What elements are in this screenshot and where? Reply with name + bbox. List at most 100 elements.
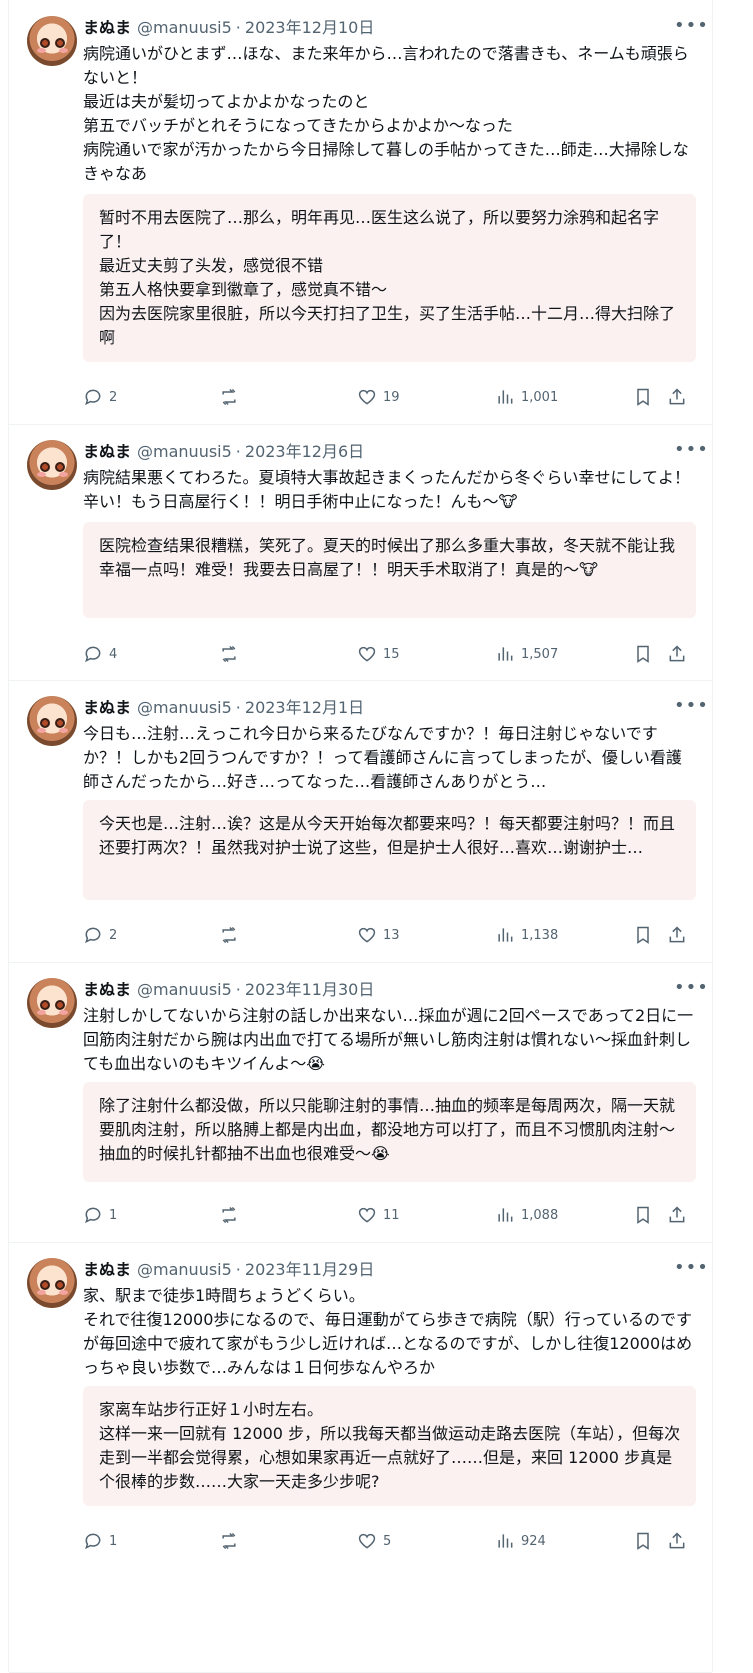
reply-button[interactable]: 4: [83, 642, 117, 666]
like-button[interactable]: 15: [357, 642, 400, 666]
tweet[interactable]: まぬま @manuusi5 · 2023年11月29日 ••• 家、駅まで徒歩1時間ち…: [9, 1242, 712, 1673]
retweet-button[interactable]: [219, 385, 245, 409]
tweet[interactable]: まぬま @manuusi5 · 2023年12月6日 ••• 病院結果悪くてわろた。夏…: [9, 424, 712, 681]
views-button[interactable]: 1,507: [495, 642, 558, 666]
avatar[interactable]: [27, 440, 77, 490]
tweet-text: 病院結果悪くてわろた。夏頃特大事故起きまくったんだから冬ぐらい幸せにしてよ！辛い…: [83, 468, 691, 511]
reply-button[interactable]: 2: [83, 923, 117, 947]
handle[interactable]: @manuusi5: [137, 698, 232, 717]
tweet-header: まぬま @manuusi5 · 2023年11月29日: [83, 1260, 375, 1279]
reply-button[interactable]: 1: [83, 1203, 117, 1227]
translation-box: 暂时不用去医院了…那么，明年再见…医生这么说了，所以要努力涂鸦和起名字了！ 最近…: [83, 194, 696, 362]
heart-icon: [358, 927, 376, 943]
reply-icon: [85, 1533, 101, 1550]
views-button[interactable]: 1,088: [495, 1203, 558, 1227]
heart-icon: [358, 389, 376, 405]
bookmark-button[interactable]: [633, 385, 653, 409]
view-count: 924: [521, 1533, 546, 1549]
views-button[interactable]: 924: [495, 1529, 546, 1553]
bookmark-button[interactable]: [633, 923, 653, 947]
bar-chart-icon: [498, 928, 513, 942]
translation-box: 除了注射什么都没做，所以只能聊注射的事情…抽血的频率是每周两次，隔一天就要肌肉注…: [83, 1082, 696, 1182]
reply-icon: [85, 1207, 101, 1224]
more-options-icon[interactable]: •••: [674, 696, 708, 720]
handle[interactable]: @manuusi5: [137, 442, 232, 461]
bookmark-icon: [637, 388, 649, 406]
like-button[interactable]: 5: [357, 1529, 391, 1553]
tweet-date[interactable]: 2023年12月10日: [245, 18, 374, 37]
bar-chart-icon: [498, 390, 513, 404]
like-count: 15: [383, 646, 400, 662]
share-button[interactable]: [667, 1529, 687, 1553]
like-button[interactable]: 19: [357, 385, 400, 409]
reply-button[interactable]: 1: [83, 1529, 117, 1553]
avatar[interactable]: [27, 696, 77, 746]
tweet-header: まぬま @manuusi5 · 2023年12月6日: [83, 442, 365, 461]
avatar[interactable]: [27, 978, 77, 1028]
bookmark-button[interactable]: [633, 1203, 653, 1227]
retweet-button[interactable]: [219, 923, 245, 947]
tweet-date[interactable]: 2023年12月6日: [245, 442, 364, 461]
translation-box: 医院检查结果很糟糕，笑死了。夏天的时候出了那么多重大事故，冬天就不能让我幸福一点…: [83, 522, 696, 618]
tweet-text: 今日も…注射…えっこれ今日から来るたびなんですか？！毎日注射じゃないですか？！し…: [83, 724, 682, 791]
display-name[interactable]: まぬま: [83, 698, 131, 717]
heart-icon: [358, 1533, 376, 1549]
retweet-icon: [222, 926, 236, 944]
tweet[interactable]: まぬま @manuusi5 · 2023年12月10日 ••• 病院通いがひとまず…ほ…: [9, 0, 712, 425]
display-name[interactable]: まぬま: [83, 1260, 131, 1279]
retweet-icon: [222, 388, 236, 406]
bookmark-button[interactable]: [633, 642, 653, 666]
tweet-header: まぬま @manuusi5 · 2023年12月1日: [83, 698, 365, 717]
display-name[interactable]: まぬま: [83, 442, 131, 461]
retweet-button[interactable]: [219, 1203, 245, 1227]
share-icon: [669, 645, 685, 662]
bookmark-icon: [637, 1206, 649, 1224]
share-button[interactable]: [667, 923, 687, 947]
translation-box: 家离车站步行正好１小时左右。 这样一来一回就有 12000 步，所以我每天都当做…: [83, 1386, 696, 1506]
views-button[interactable]: 1,138: [495, 923, 558, 947]
reply-count: 1: [109, 1207, 118, 1223]
heart-icon: [358, 646, 376, 662]
share-icon: [669, 388, 685, 405]
share-icon: [669, 1532, 685, 1549]
view-count: 1,138: [521, 927, 559, 943]
more-options-icon[interactable]: •••: [674, 16, 708, 40]
tweet[interactable]: まぬま @manuusi5 · 2023年12月1日 ••• 今日も…注射…えっこれ今…: [9, 680, 712, 963]
tweet-actions: 1 11 1,088: [83, 1203, 696, 1227]
more-options-icon[interactable]: •••: [674, 978, 708, 1002]
handle[interactable]: @manuusi5: [137, 18, 232, 37]
avatar[interactable]: [27, 16, 77, 66]
bar-chart-icon: [498, 1534, 513, 1548]
share-icon: [669, 1206, 685, 1223]
tweet[interactable]: まぬま @manuusi5 · 2023年11月30日 ••• 注射しかしてないから注…: [9, 962, 712, 1243]
like-button[interactable]: 13: [357, 923, 400, 947]
tweet-actions: 4 15 1,507: [83, 642, 696, 666]
avatar[interactable]: [27, 1258, 77, 1308]
retweet-button[interactable]: [219, 642, 245, 666]
reply-count: 2: [109, 927, 118, 943]
display-name[interactable]: まぬま: [83, 18, 131, 37]
share-button[interactable]: [667, 385, 687, 409]
like-count: 11: [383, 1207, 400, 1223]
tweet-date[interactable]: 2023年11月30日: [245, 980, 374, 999]
tweet-actions: 1 5 924: [83, 1529, 696, 1553]
views-button[interactable]: 1,001: [495, 385, 558, 409]
share-icon: [669, 926, 685, 943]
share-button[interactable]: [667, 642, 687, 666]
display-name[interactable]: まぬま: [83, 980, 131, 999]
handle[interactable]: @manuusi5: [137, 980, 232, 999]
reply-button[interactable]: 2: [83, 385, 117, 409]
reply-count: 2: [109, 389, 118, 405]
like-button[interactable]: 11: [357, 1203, 400, 1227]
more-options-icon[interactable]: •••: [674, 440, 708, 464]
tweet-date[interactable]: 2023年12月1日: [245, 698, 364, 717]
heart-icon: [358, 1207, 376, 1223]
reply-icon: [85, 389, 101, 406]
tweet-date[interactable]: 2023年11月29日: [245, 1260, 374, 1279]
share-button[interactable]: [667, 1203, 687, 1227]
bookmark-button[interactable]: [633, 1529, 653, 1553]
handle[interactable]: @manuusi5: [137, 1260, 232, 1279]
retweet-button[interactable]: [219, 1529, 245, 1553]
more-options-icon[interactable]: •••: [674, 1258, 708, 1282]
reply-count: 1: [109, 1533, 118, 1549]
